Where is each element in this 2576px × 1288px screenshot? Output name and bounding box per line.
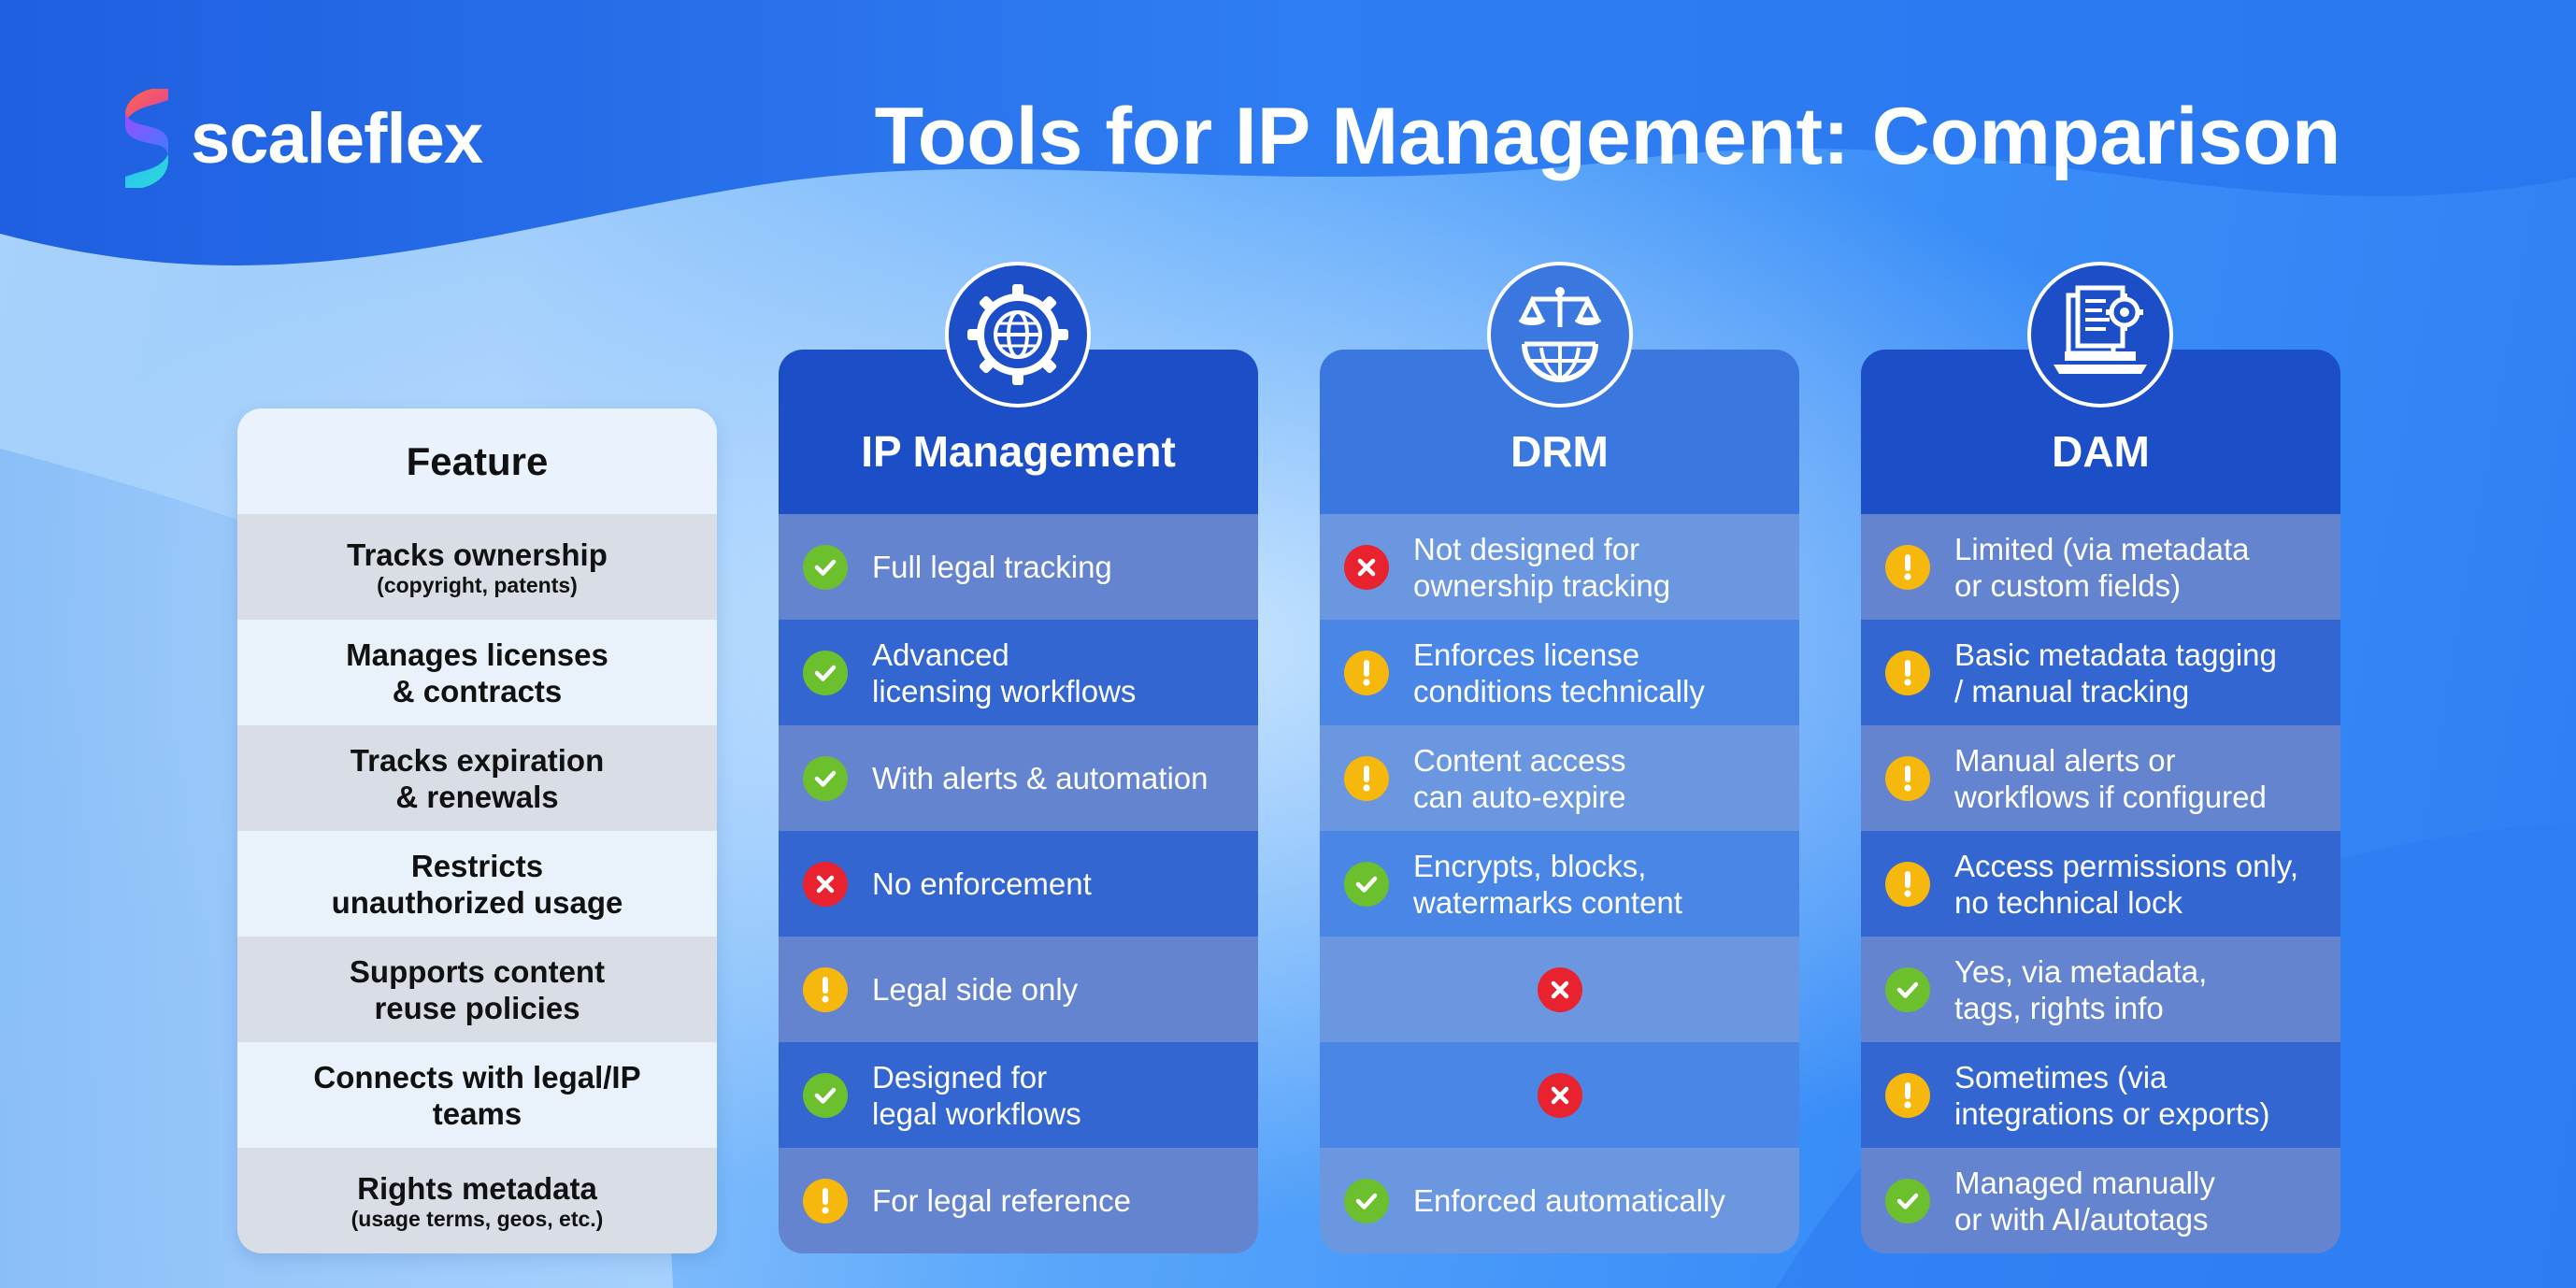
tool-cell-text: Limited (via metadata or custom fields) <box>1954 531 2250 603</box>
tool-cell: Limited (via metadata or custom fields) <box>1861 514 2340 620</box>
tool-cell-text: Not designed for ownership tracking <box>1413 531 1671 603</box>
cross-icon <box>1537 966 1582 1012</box>
check-icon <box>803 1072 848 1118</box>
feature-row: Rights metadata (usage terms, geos, etc.… <box>237 1148 717 1253</box>
tool-cell: Basic metadata tagging / manual tracking <box>1861 620 2340 725</box>
tool-column-ip-management: IP Management Full legal tracking Advance… <box>779 350 1258 1253</box>
brand-name: scaleflex <box>191 98 483 179</box>
tool-column-drm: DRM Not designed for ownership tracking E… <box>1320 350 1799 1253</box>
feature-row: Connects with legal/IP teams <box>237 1042 717 1148</box>
check-icon <box>1885 966 1930 1012</box>
feature-row: Supports content reuse policies <box>237 937 717 1042</box>
tool-cell-text: With alerts & automation <box>872 761 1209 795</box>
tool-cell-text: Designed for legal workflows <box>872 1059 1081 1131</box>
check-icon <box>803 755 848 801</box>
tool-cell: For legal reference <box>779 1148 1258 1253</box>
tool-cell-text: Advanced licensing workflows <box>872 637 1137 708</box>
feature-row: Tracks expiration & renewals <box>237 725 717 831</box>
feature-label: Tracks ownership <box>347 537 608 572</box>
feature-label: Connects with legal/IP teams <box>313 1059 641 1131</box>
tool-cell-text: Manual alerts or workflows if configured <box>1954 742 2267 814</box>
feature-sublabel: (usage terms, geos, etc.) <box>351 1207 604 1231</box>
cross-icon <box>803 861 848 907</box>
tool-cell-text: Sometimes (via integrations or exports) <box>1954 1059 2270 1131</box>
warning-icon <box>803 966 848 1012</box>
cross-icon <box>1344 544 1389 590</box>
tool-cell: Enforces license conditions technically <box>1320 620 1799 725</box>
tool-cell-text: No enforcement <box>872 866 1092 901</box>
tool-cell: Sometimes (via integrations or exports) <box>1861 1042 2340 1148</box>
tool-cell: Manual alerts or workflows if configured <box>1861 725 2340 831</box>
tool-cell: Not designed for ownership tracking <box>1320 514 1799 620</box>
tool-column-dam: DAM Limited (via metadata or custom fiel… <box>1861 350 2340 1253</box>
warning-icon <box>1885 1072 1930 1118</box>
feature-label: Tracks expiration & renewals <box>350 742 605 814</box>
tool-cell: Content access can auto-expire <box>1320 725 1799 831</box>
tool-cell-text: Enforced automatically <box>1413 1183 1725 1218</box>
warning-icon <box>1885 755 1930 801</box>
warning-icon <box>803 1178 848 1224</box>
tool-cell: Yes, via metadata, tags, rights info <box>1861 937 2340 1042</box>
tool-cell-text: Enforces license conditions technically <box>1413 637 1705 708</box>
warning-icon <box>1885 861 1930 907</box>
check-icon <box>1344 1178 1389 1224</box>
feature-label: Manages licenses & contracts <box>346 637 608 708</box>
tool-cell: Designed for legal workflows <box>779 1042 1258 1148</box>
scaleflex-logo: scaleflex <box>120 86 483 191</box>
tool-cell: Legal side only <box>779 937 1258 1042</box>
tool-cell-text: Encrypts, blocks, watermarks content <box>1413 848 1682 920</box>
gear-globe-icon <box>945 262 1091 408</box>
tool-cell-text: Basic metadata tagging / manual tracking <box>1954 637 2277 708</box>
tool-cell: Encrypts, blocks, watermarks content <box>1320 831 1799 937</box>
tool-cell: Advanced licensing workflows <box>779 620 1258 725</box>
scales-globe-icon <box>1487 262 1633 408</box>
feature-row: Manages licenses & contracts <box>237 620 717 725</box>
feature-sublabel: (copyright, patents) <box>377 573 578 597</box>
warning-icon <box>1344 755 1389 801</box>
warning-icon <box>1885 650 1930 695</box>
warning-icon <box>1885 544 1930 590</box>
tool-cell-text: Full legal tracking <box>872 550 1112 584</box>
tool-cell: Enforced automatically <box>1320 1148 1799 1253</box>
cross-icon <box>1537 1072 1582 1118</box>
feature-column: Feature Tracks ownership (copyright, pat… <box>237 408 717 1253</box>
feature-header: Feature <box>237 408 717 514</box>
feature-label: Supports content reuse policies <box>349 953 606 1025</box>
tool-cell-text: Content access can auto-expire <box>1413 742 1626 814</box>
tool-cell: Full legal tracking <box>779 514 1258 620</box>
check-icon <box>1885 1178 1930 1224</box>
tool-cell: Managed manually or with AI/autotags <box>1861 1148 2340 1253</box>
feature-label: Restricts unauthorized usage <box>331 848 623 920</box>
feature-row: Tracks ownership (copyright, patents) <box>237 514 717 620</box>
laptop-documents-icon <box>2027 262 2173 408</box>
scaleflex-mark-icon <box>125 89 168 188</box>
feature-label: Rights metadata <box>357 1171 597 1206</box>
tool-cell-text: Yes, via metadata, tags, rights info <box>1954 953 2208 1025</box>
tool-cell-text: Access permissions only, no technical lo… <box>1954 848 2299 920</box>
warning-icon <box>1344 650 1389 695</box>
tool-cell-text: Managed manually or with AI/autotags <box>1954 1165 2215 1237</box>
check-icon <box>1344 861 1389 907</box>
tool-cell <box>1320 937 1799 1042</box>
feature-row: Restricts unauthorized usage <box>237 831 717 937</box>
tool-cell: Access permissions only, no technical lo… <box>1861 831 2340 937</box>
tool-cell <box>1320 1042 1799 1148</box>
page-title: Tools for IP Management: Comparison <box>874 92 2341 181</box>
tool-cell-text: Legal side only <box>872 972 1079 1007</box>
tool-cell-text: For legal reference <box>872 1183 1131 1218</box>
check-icon <box>803 544 848 590</box>
tool-cell: With alerts & automation <box>779 725 1258 831</box>
tool-cell: No enforcement <box>779 831 1258 937</box>
check-icon <box>803 650 848 695</box>
